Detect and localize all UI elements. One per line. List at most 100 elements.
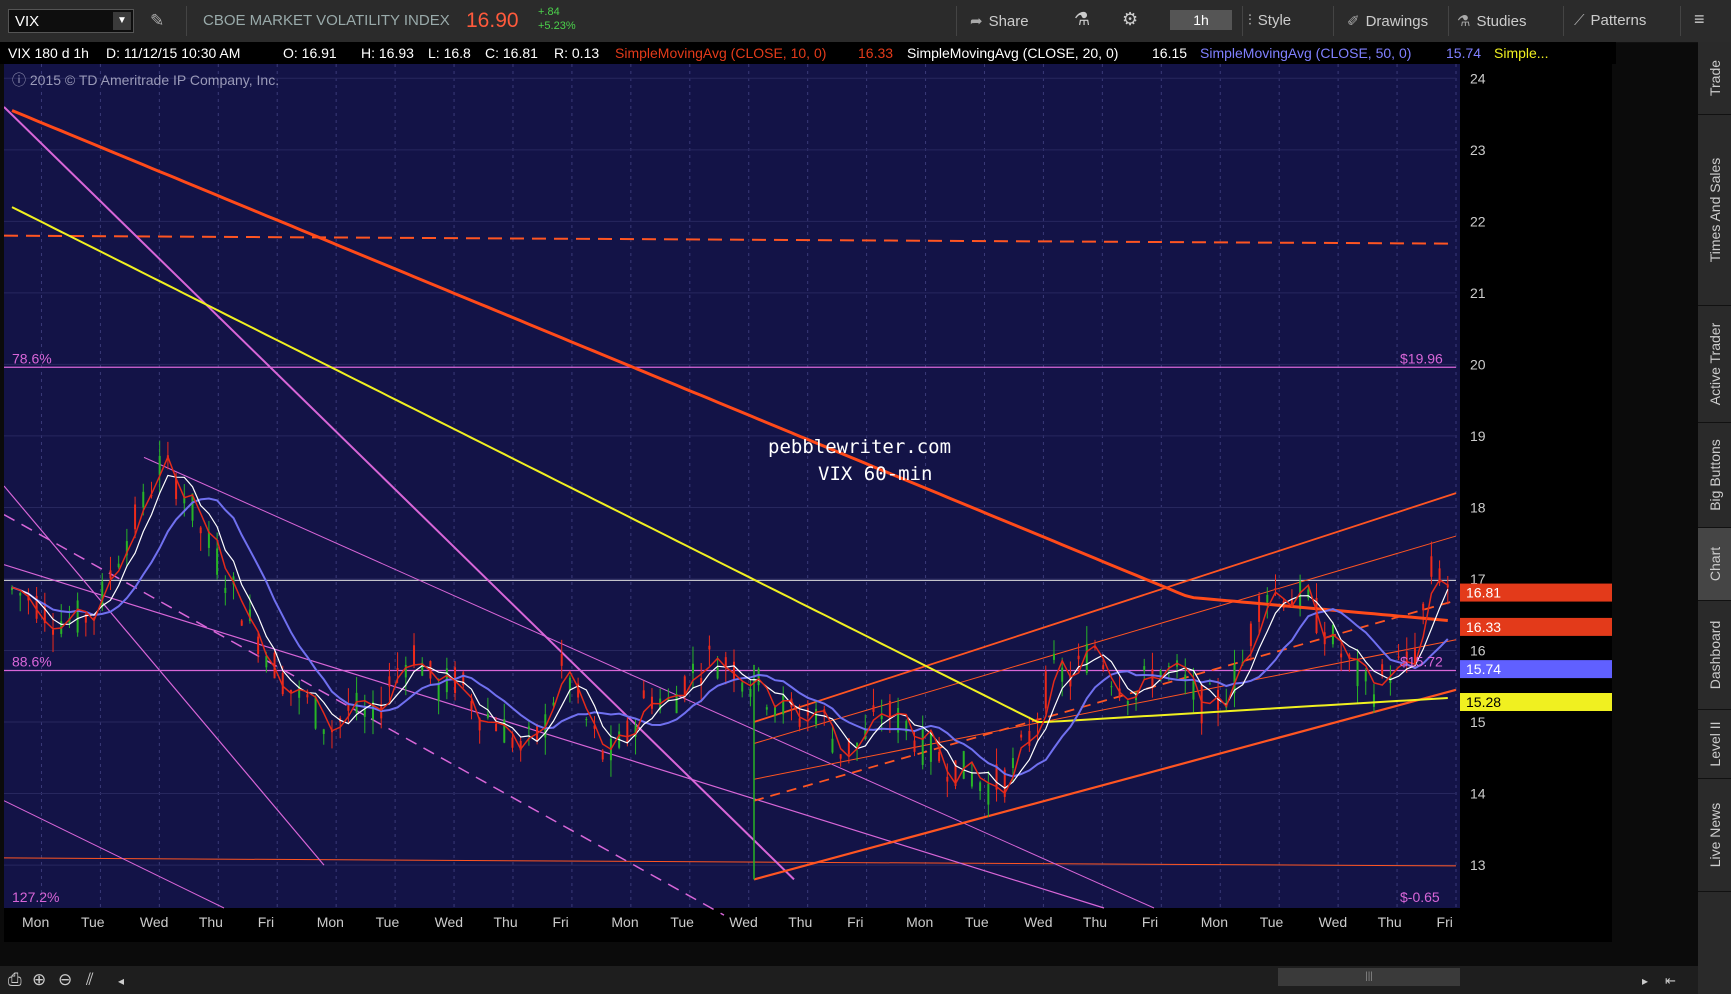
tab-active-trader[interactable]: Active Trader	[1698, 306, 1731, 423]
tab-dashboard[interactable]: Dashboard	[1698, 601, 1731, 710]
zoom-out-icon[interactable]: ⊖	[58, 970, 72, 990]
candle-body	[117, 563, 120, 568]
x-tick-label: Mon	[22, 914, 49, 930]
candle-body	[240, 620, 243, 626]
scroll-left-icon[interactable]: ◂	[118, 974, 124, 988]
candle-body	[503, 719, 506, 743]
candle-body	[1200, 684, 1203, 724]
x-tick-label: Tue	[376, 914, 400, 930]
pencil-icon[interactable]: ✎	[150, 11, 164, 31]
price-tag-label: 16.33	[1466, 619, 1501, 635]
flask-icon[interactable]: ⚗	[1074, 9, 1090, 30]
divider	[1242, 6, 1243, 36]
candle-body	[749, 688, 752, 697]
sma10-label[interactable]: SimpleMovingAvg (CLOSE, 10, 0)	[615, 45, 826, 61]
candle-body	[1077, 655, 1080, 660]
fib-label: 78.6%	[12, 350, 52, 366]
fib-label: 127.2%	[12, 889, 59, 905]
drawing-icon: ✐	[1347, 13, 1360, 30]
candle-body	[921, 726, 924, 765]
x-tick-label: Wed	[1024, 914, 1053, 930]
candle-body	[626, 720, 629, 743]
scrollbar-thumb[interactable]: |||	[1278, 968, 1460, 986]
screenshot-icon[interactable]: ⎙	[8, 970, 22, 990]
price-tag-label: 16.81	[1466, 585, 1501, 601]
y-tick-label: 14	[1470, 786, 1486, 802]
candle-body	[437, 682, 440, 702]
candle-body	[1364, 671, 1367, 682]
candle-body	[199, 527, 202, 534]
tab-level-ii[interactable]: Level II	[1698, 710, 1731, 779]
tab-live-news[interactable]: Live News	[1698, 779, 1731, 892]
chevron-down-icon[interactable]: ▼	[113, 12, 131, 30]
sma-more-label[interactable]: Simple...	[1494, 45, 1548, 61]
x-tick-label: Thu	[788, 914, 812, 930]
bar-range: R: 0.13	[554, 45, 600, 61]
candle-body	[970, 773, 973, 787]
y-tick-label: 20	[1470, 356, 1486, 372]
candle-body	[733, 661, 735, 680]
menu-icon[interactable]: ≡	[1694, 9, 1705, 30]
collapse-icon[interactable]: ⇤	[1665, 973, 1676, 989]
candle-body	[216, 548, 219, 575]
candle-body	[134, 504, 137, 530]
zoom-in-icon[interactable]: ⊕	[32, 970, 46, 990]
y-tick-label: 16	[1470, 643, 1486, 659]
candle-body	[913, 740, 916, 752]
candle-body	[495, 723, 498, 732]
y-tick-label: 21	[1470, 285, 1486, 301]
x-tick-label: Wed	[1319, 914, 1348, 930]
candle-body	[946, 776, 949, 782]
x-tick-label: Thu	[199, 914, 223, 930]
symbol-input[interactable]: VIX ▼	[8, 9, 134, 33]
candle-body	[1020, 734, 1023, 738]
sma50-label[interactable]: SimpleMovingAvg (CLOSE, 50, 0)	[1200, 45, 1411, 61]
candle-body	[765, 707, 768, 710]
candle-body	[929, 734, 932, 762]
tab-big-buttons[interactable]: Big Buttons	[1698, 423, 1731, 528]
drawings-button[interactable]: ✐ Drawings	[1347, 12, 1428, 30]
scroll-right-icon[interactable]: ▸	[1642, 974, 1648, 988]
candle-body	[396, 668, 399, 671]
candle-body	[19, 593, 22, 596]
trend-line	[3, 485, 325, 866]
candle-body	[1011, 758, 1014, 769]
y-tick-label: 22	[1470, 213, 1486, 229]
candle-body	[1372, 694, 1375, 707]
x-tick-label: Tue	[1260, 914, 1284, 930]
drawing-tool-icon[interactable]: ⫽	[86, 970, 94, 990]
style-button[interactable]: ⫶ Style	[1248, 12, 1291, 29]
x-tick-label: Wed	[140, 914, 169, 930]
studies-button[interactable]: ⚗ Studies	[1457, 12, 1527, 30]
divider	[1563, 6, 1564, 36]
tab-times-and-sales[interactable]: Times And Sales	[1698, 115, 1731, 306]
share-button[interactable]: ➦ Share	[970, 12, 1029, 30]
divider	[1680, 6, 1681, 36]
trend-line	[3, 106, 795, 881]
candle-body	[601, 750, 604, 760]
x-tick-label: Fri	[1142, 914, 1158, 930]
fib-label: 88.6%	[12, 654, 52, 670]
candle-body	[1192, 680, 1195, 700]
tab-chart[interactable]: Chart	[1698, 528, 1731, 601]
candle-body	[1356, 660, 1359, 687]
change-pct: +5.23%	[538, 20, 576, 32]
sma20-label[interactable]: SimpleMovingAvg (CLOSE, 20, 0)	[907, 45, 1118, 61]
patterns-button[interactable]: ⟋ Patterns	[1574, 12, 1646, 29]
x-tick-label: Mon	[1201, 914, 1228, 930]
patterns-icon: ⟋	[1574, 12, 1585, 29]
tab-trade[interactable]: Trade	[1698, 42, 1731, 115]
candle-body	[306, 694, 309, 698]
candle-body	[76, 600, 79, 633]
y-tick-label: 18	[1470, 499, 1486, 515]
gear-icon[interactable]: ⚙	[1122, 9, 1138, 30]
candle-body	[1143, 666, 1146, 671]
timeframe-button[interactable]: 1h	[1170, 10, 1232, 30]
chart-plot-area[interactable]: Mon Tue Wed Thu Fri Mon Tue Wed Thu Fri Mon Tue Wed T…	[3, 64, 1612, 942]
candle-body	[265, 655, 268, 668]
bar-high: H: 16.93	[361, 45, 414, 61]
trend-line	[753, 535, 1457, 744]
fib-label: $19.96	[1400, 350, 1443, 366]
candle-body	[585, 719, 588, 721]
x-tick-label: Fri	[1437, 914, 1453, 930]
